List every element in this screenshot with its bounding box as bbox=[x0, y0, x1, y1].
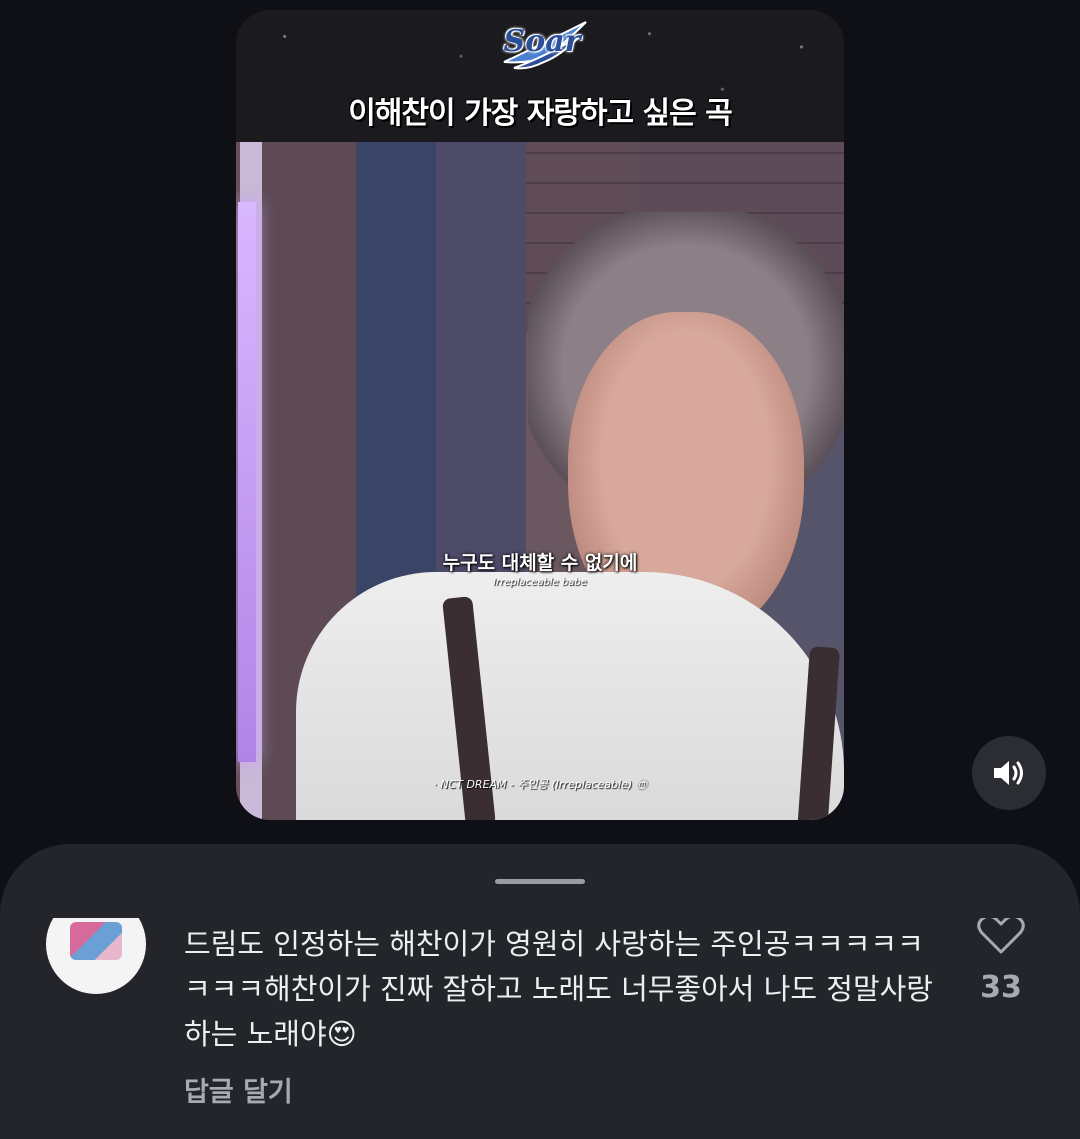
banner-title: 이해찬이 가장 자랑하고 싶은 곡 bbox=[348, 96, 733, 131]
brand-logo: Soar bbox=[494, 18, 590, 74]
speaker-volume-icon bbox=[994, 761, 1023, 785]
reply-button[interactable]: 답글 달기 bbox=[184, 1070, 293, 1109]
neon-light bbox=[238, 202, 256, 762]
logo-text: Soar bbox=[503, 24, 581, 59]
video-frame[interactable]: 누구도 대체할 수 없기에 Irreplaceable babe · NCT D… bbox=[236, 142, 844, 820]
comment-text: 드림도 인정하는 해찬이가 영원히 사랑하는 주인공ㅋㅋㅋㅋㅋㅋㅋㅋ해찬이가 진… bbox=[184, 927, 933, 1051]
comment-item: 드림도 인정하는 해찬이가 영원히 사랑하는 주인공ㅋㅋㅋㅋㅋㅋㅋㅋ해찬이가 진… bbox=[0, 918, 1080, 1139]
subtitle-english: Irreplaceable babe bbox=[493, 577, 587, 588]
video-player[interactable]: Soar 이해찬이 가장 자랑하고 싶은 곡 누구도 대체할 수 없기에 Irr… bbox=[236, 10, 844, 820]
sheet-drag-handle[interactable] bbox=[495, 879, 585, 884]
avatar-image bbox=[70, 922, 122, 960]
heart-outline-icon[interactable] bbox=[976, 918, 1026, 954]
subtitle-korean: 누구도 대체할 수 없기에 bbox=[442, 552, 638, 574]
like-count: 33 bbox=[980, 970, 1022, 1005]
sound-toggle-button[interactable] bbox=[972, 736, 1046, 810]
avatar[interactable] bbox=[46, 918, 146, 994]
video-banner: Soar 이해찬이 가장 자랑하고 싶은 곡 bbox=[236, 10, 844, 142]
app-screen: Soar 이해찬이 가장 자랑하고 싶은 곡 누구도 대체할 수 없기에 Irr… bbox=[0, 0, 1080, 1139]
video-subtitle: 누구도 대체할 수 없기에 Irreplaceable babe bbox=[236, 548, 844, 588]
song-credit: · NCT DREAM - 주인공 (Irreplaceable) ⓜ bbox=[433, 778, 647, 791]
